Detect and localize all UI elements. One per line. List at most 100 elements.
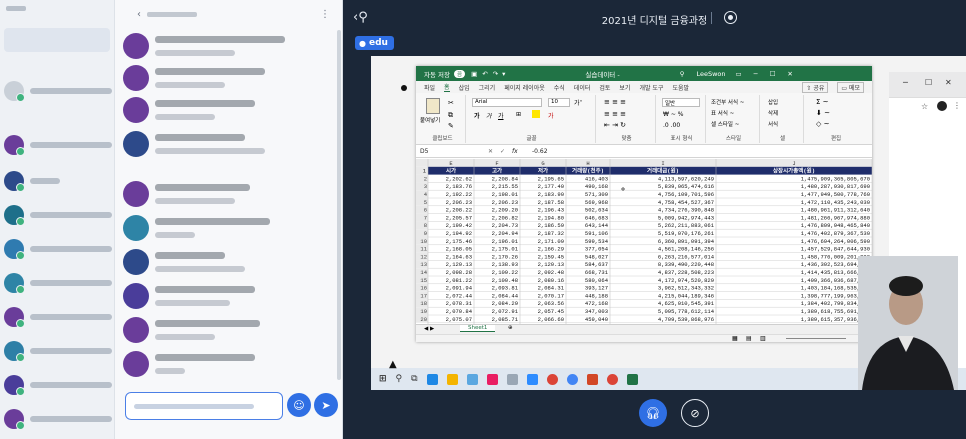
tab-developer[interactable]: 개발 도구 — [639, 83, 663, 92]
currency-icon[interactable]: ₩ ~ % — [663, 111, 683, 118]
undo-icon[interactable]: ↶ — [482, 70, 487, 78]
paste-icon[interactable] — [426, 98, 440, 114]
border-icon[interactable]: ⊞ — [516, 111, 521, 118]
profile-icon[interactable] — [937, 101, 947, 111]
nav-item[interactable] — [4, 406, 112, 432]
tab-draw[interactable]: 그리기 — [479, 83, 496, 92]
nav-selected-item[interactable] — [4, 28, 110, 52]
bold-icon[interactable]: 가 — [474, 111, 480, 120]
nav-item[interactable] — [4, 78, 112, 104]
task-view-icon[interactable]: ⧉ — [411, 374, 417, 384]
search-icon[interactable]: ⚲ — [396, 374, 403, 384]
emoji-button[interactable]: ☺ — [287, 393, 311, 417]
nav-item[interactable] — [4, 304, 112, 330]
powerpoint-icon[interactable] — [586, 373, 598, 385]
conditional-format-button[interactable]: 조건부 서식 ~ — [711, 98, 744, 106]
nav-item[interactable] — [4, 202, 112, 228]
copy-icon[interactable]: ⧉ — [448, 111, 453, 120]
paste-label[interactable]: 붙여넣기 — [420, 116, 440, 124]
browser-icon[interactable] — [566, 373, 578, 385]
store-icon[interactable] — [466, 373, 478, 385]
cell-style-button[interactable]: 셀 스타일 ~ — [711, 120, 739, 128]
page-layout-icon[interactable]: ▤ — [746, 335, 752, 342]
autosum-icon[interactable]: Σ ~ — [816, 98, 829, 106]
more-icon[interactable]: ⋮ — [320, 9, 330, 20]
menu-icon[interactable]: ⋮ — [953, 101, 961, 110]
enter-icon[interactable]: ✓ — [500, 148, 505, 155]
fill-color-icon[interactable] — [532, 110, 540, 118]
number-format-select[interactable]: 일반 — [662, 98, 700, 107]
nav-item[interactable] — [4, 338, 112, 364]
excel-icon[interactable] — [626, 373, 638, 385]
tab-view[interactable]: 보기 — [619, 83, 630, 92]
page-break-icon[interactable]: ▥ — [760, 335, 766, 342]
cut-icon[interactable]: ✂ — [448, 99, 454, 107]
add-sheet-icon[interactable]: ⊕ — [508, 325, 513, 331]
table-format-button[interactable]: 표 서식 ~ — [711, 109, 734, 117]
tab-help[interactable]: 도움말 — [672, 83, 689, 92]
minimize-icon[interactable]: ─ — [754, 70, 758, 78]
tab-page-layout[interactable]: 페이지 레이아웃 — [504, 83, 545, 92]
indent-icon[interactable]: ⇤ ⇥ ↻ — [604, 121, 626, 129]
delete-cells-button[interactable]: 삭제 — [768, 109, 778, 117]
maximize-icon[interactable]: ☐ — [770, 70, 776, 78]
tab-insert[interactable]: 삽입 — [459, 83, 470, 92]
name-box[interactable]: D5 — [420, 148, 428, 155]
ribbon-display-icon[interactable]: ▭ — [736, 70, 742, 78]
formula-input[interactable]: -0.62 — [532, 148, 548, 155]
tab-data[interactable]: 데이터 — [574, 83, 591, 92]
format-cells-button[interactable]: 서식 — [768, 120, 778, 128]
nav-item[interactable] — [4, 270, 112, 296]
memo-button[interactable]: ▭ 메모 — [837, 81, 864, 93]
close-icon[interactable]: ✕ — [787, 70, 792, 78]
italic-icon[interactable]: 가 — [486, 111, 492, 120]
minimize-icon[interactable]: ─ — [903, 78, 908, 87]
spreadsheet-grid[interactable]: E F G H I J 1 시가 고가 저가 거래량(천주) 거래대금(원) 상장시가총액(원) 2 2,2… — [416, 159, 872, 324]
clear-icon[interactable]: ◇ ~ — [816, 120, 829, 128]
align-top-icon[interactable]: ≡ ≡ ≡ — [604, 98, 626, 106]
nav-item[interactable] — [4, 168, 112, 194]
decimal-icon[interactable]: .0 .00 — [663, 122, 680, 129]
search-icon[interactable]: ⚲ — [680, 70, 685, 78]
send-button[interactable]: ➤ — [314, 393, 338, 417]
chrome-icon[interactable] — [546, 373, 558, 385]
insert-cells-button[interactable]: 삽입 — [768, 98, 778, 106]
camera-button[interactable]: ⊘ — [681, 399, 709, 427]
normal-view-icon[interactable]: ▦ — [732, 335, 738, 342]
tab-formulas[interactable]: 수식 — [554, 83, 565, 92]
chat-scrollbar[interactable] — [337, 30, 341, 380]
prev-sheet-icon[interactable]: ◀ ▶ — [424, 326, 434, 332]
chat-input[interactable] — [125, 392, 283, 420]
redo-icon[interactable]: ↷ — [493, 70, 498, 78]
grow-font-icon[interactable]: 가˄ — [574, 98, 583, 107]
file-explorer-icon[interactable] — [446, 373, 458, 385]
chrome-icon-2[interactable] — [606, 373, 618, 385]
zoom-icon[interactable] — [526, 373, 538, 385]
zoom-slider[interactable] — [786, 338, 846, 339]
cancel-icon[interactable]: ✕ — [488, 148, 493, 155]
star-icon[interactable]: ☆ — [921, 102, 928, 111]
autosave-toggle[interactable]: 끔 — [454, 69, 466, 78]
nav-item[interactable] — [4, 372, 112, 398]
maximize-icon[interactable]: ☐ — [925, 78, 932, 87]
room-badge[interactable]: ● edu — [355, 36, 394, 50]
tab-file[interactable]: 파일 — [424, 83, 435, 92]
fill-icon[interactable]: ⬇ ~ — [816, 109, 830, 117]
qat-more-icon[interactable]: ▾ — [502, 70, 505, 78]
chevron-left-icon[interactable]: ‹ — [137, 9, 141, 20]
tab-review[interactable]: 검토 — [599, 83, 610, 92]
underline-icon[interactable]: 가 — [498, 111, 504, 120]
nav-item[interactable] — [4, 132, 112, 158]
nav-item[interactable] — [4, 236, 112, 262]
settings-icon[interactable] — [506, 373, 518, 385]
font-color-icon[interactable]: 가 — [548, 111, 554, 120]
close-icon[interactable]: ✕ — [945, 78, 952, 87]
share-button[interactable]: ⇧ 공유 — [802, 81, 829, 93]
fx-label[interactable]: fx — [512, 148, 518, 155]
tab-home[interactable]: 홈 — [444, 82, 450, 92]
font-name-select[interactable]: Arial — [472, 98, 542, 107]
sheet-tab[interactable]: Sheet1 — [460, 325, 496, 332]
align-left-icon[interactable]: ≡ ≡ ≡ — [604, 110, 626, 118]
windows-start-icon[interactable]: ⊞ — [379, 374, 387, 384]
audio-button[interactable]: 🎧︎ — [639, 399, 667, 427]
